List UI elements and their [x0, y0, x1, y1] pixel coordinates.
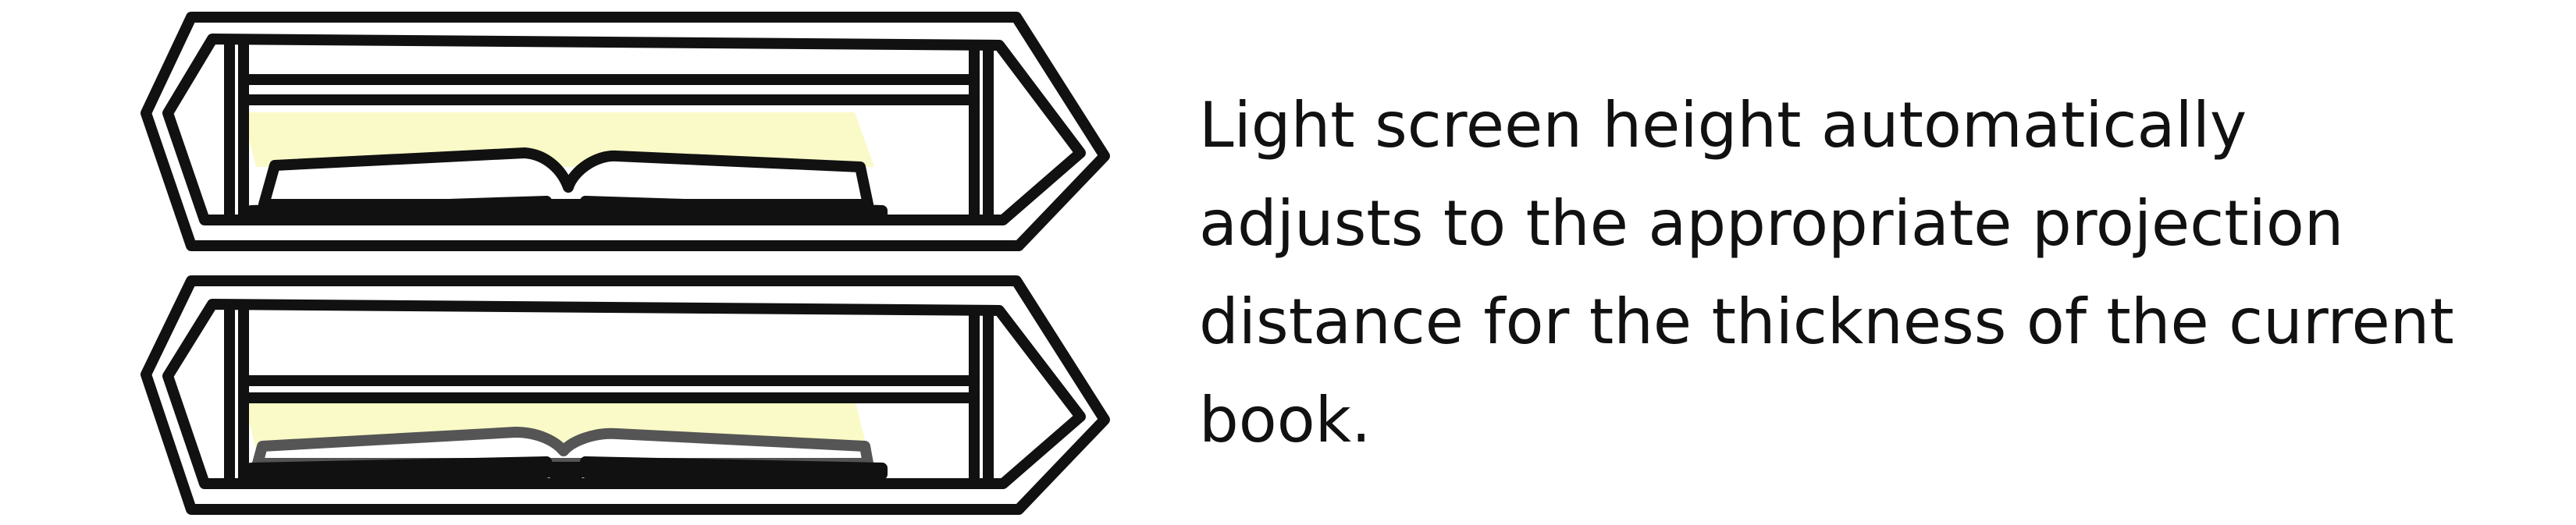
scanner-device-thin-book: [141, 275, 1110, 515]
caption-text: Light screen height automatically adjust…: [1199, 89, 2454, 456]
scanner-illustration: [141, 12, 1110, 515]
scanner-device-thick-book: [141, 12, 1110, 251]
